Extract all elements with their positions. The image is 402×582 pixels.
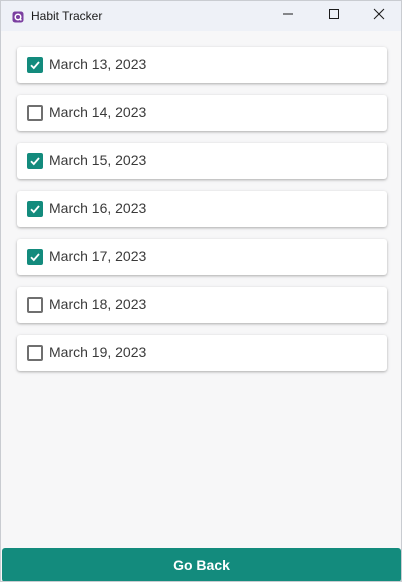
habit-list-item[interactable]: March 16, 2023 (17, 191, 387, 227)
app-window: Habit Tracker March 13, 2023 March 14, 2… (0, 0, 402, 582)
title-bar: Habit Tracker (1, 1, 401, 31)
habit-list-item[interactable]: March 17, 2023 (17, 239, 387, 275)
habit-date-label: March 16, 2023 (49, 200, 147, 216)
habit-checkbox[interactable] (27, 105, 43, 121)
go-back-button[interactable]: Go Back (2, 548, 401, 581)
habit-list-item[interactable]: March 18, 2023 (17, 287, 387, 323)
habit-checkbox[interactable] (27, 345, 43, 361)
habit-date-label: March 15, 2023 (49, 152, 147, 168)
habit-checkbox[interactable] (27, 201, 43, 217)
habit-date-label: March 13, 2023 (49, 56, 147, 72)
habit-checkbox[interactable] (27, 249, 43, 265)
window-title: Habit Tracker (31, 9, 103, 23)
habit-date-label: March 17, 2023 (49, 248, 147, 264)
habit-date-label: March 14, 2023 (49, 104, 147, 120)
checkmark-icon (30, 253, 40, 262)
habit-checkbox[interactable] (27, 57, 43, 73)
close-button[interactable] (356, 1, 401, 31)
habit-checkbox[interactable] (27, 153, 43, 169)
checkmark-icon (30, 157, 40, 166)
minimize-icon (282, 7, 294, 25)
checkmark-icon (30, 205, 40, 214)
app-logo-icon (12, 10, 24, 23)
habit-list: March 13, 2023 March 14, 2023 March 15, … (17, 47, 387, 383)
habit-date-label: March 19, 2023 (49, 344, 147, 360)
minimize-button[interactable] (265, 1, 311, 31)
habit-list-item[interactable]: March 14, 2023 (17, 95, 387, 131)
maximize-button[interactable] (311, 1, 357, 31)
habit-list-item[interactable]: March 19, 2023 (17, 335, 387, 371)
close-icon (373, 7, 385, 25)
habit-checkbox[interactable] (27, 297, 43, 313)
maximize-icon (328, 7, 340, 25)
checkmark-icon (30, 61, 40, 70)
habit-list-item[interactable]: March 13, 2023 (17, 47, 387, 83)
habit-date-label: March 18, 2023 (49, 296, 147, 312)
habit-list-item[interactable]: March 15, 2023 (17, 143, 387, 179)
